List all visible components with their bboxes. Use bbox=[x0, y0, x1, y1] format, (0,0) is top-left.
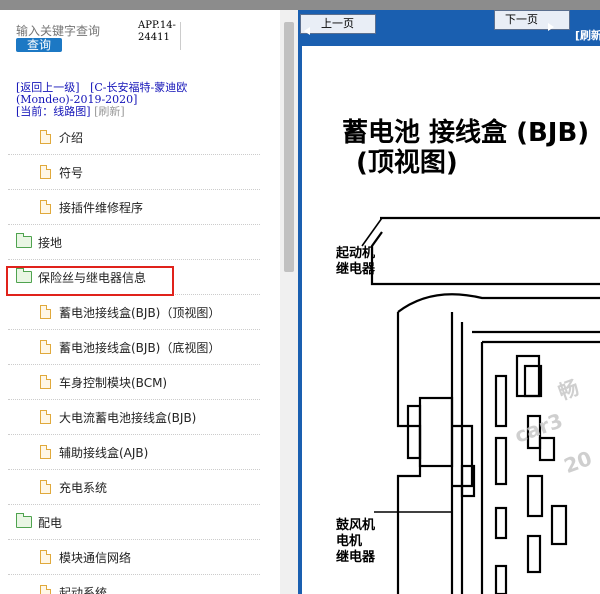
tree-item-label: 模块通信网络 bbox=[59, 550, 132, 565]
tree-item[interactable]: 符号 bbox=[8, 155, 260, 190]
tree-item[interactable]: 大电流蓄电池接线盒(BJB) bbox=[8, 400, 260, 435]
tree-item[interactable]: 充电系统 bbox=[8, 470, 260, 505]
prev-page-label: 上一页 bbox=[321, 17, 354, 30]
arrow-right-icon bbox=[548, 23, 554, 31]
tree-item[interactable]: 辅助接线盒(AJB) bbox=[8, 435, 260, 470]
file-icon bbox=[40, 410, 51, 424]
top-strip bbox=[0, 0, 600, 10]
refresh-link[interactable]: [刷新] bbox=[94, 105, 125, 118]
tree-item[interactable]: 模块通信网络 bbox=[8, 540, 260, 575]
tree-item[interactable]: 接插件维修程序 bbox=[8, 190, 260, 225]
viewer-pane: 蓄电池 接线盒 (BJB) (顶视图) 起动机 继电器 鼓风机 电机 继电器 畅… bbox=[298, 10, 600, 594]
selection-highlight-box bbox=[6, 266, 174, 296]
file-icon bbox=[40, 130, 51, 144]
file-icon bbox=[40, 375, 51, 389]
tree-item[interactable]: 介绍 bbox=[8, 120, 260, 155]
divider bbox=[180, 22, 181, 50]
tree-item-label: 配电 bbox=[38, 515, 63, 530]
tree-item[interactable]: 起动系统 bbox=[8, 575, 260, 594]
search-button[interactable]: 查询 bbox=[16, 38, 62, 52]
app-version: APP.14-24411 bbox=[138, 20, 176, 43]
file-icon bbox=[40, 200, 51, 214]
tree: 介绍 符号 接插件维修程序 接地 保险丝与继电器信息 蓄电池接线盒(BJB)（顶… bbox=[8, 120, 260, 594]
document-page: 蓄电池 接线盒 (BJB) (顶视图) 起动机 继电器 鼓风机 电机 继电器 畅… bbox=[302, 46, 600, 594]
tree-item-label: 蓄电池接线盒(BJB)（顶视图） bbox=[59, 305, 221, 320]
tree-item-label: 辅助接线盒(AJB) bbox=[59, 445, 149, 460]
breadcrumb: [返回上一级] [C-长安福特-蒙迪欧(Mondeo)-2019-2020] [… bbox=[16, 82, 256, 118]
file-icon bbox=[40, 445, 51, 459]
file-icon bbox=[40, 480, 51, 494]
tree-item-label: 起动系统 bbox=[59, 585, 108, 594]
tree-item[interactable]: 车身控制模块(BCM) bbox=[8, 365, 260, 400]
file-icon bbox=[40, 550, 51, 564]
next-page-button[interactable]: 下一页 bbox=[494, 10, 570, 30]
viewer-refresh-link[interactable]: [刷新] bbox=[575, 27, 600, 43]
prev-page-button[interactable]: 上一页 bbox=[300, 14, 376, 34]
tree-item[interactable]: 蓄电池接线盒(BJB)（顶视图） bbox=[8, 295, 260, 330]
tree-item-label: 大电流蓄电池接线盒(BJB) bbox=[59, 410, 197, 425]
file-icon bbox=[40, 585, 51, 594]
tree-item-label: 接插件维修程序 bbox=[59, 200, 144, 215]
folder-icon bbox=[16, 513, 32, 528]
tree-item-label: 蓄电池接线盒(BJB)（底视图） bbox=[59, 340, 221, 355]
tree-folder[interactable]: 接地 bbox=[8, 225, 260, 260]
folder-icon bbox=[16, 233, 32, 248]
file-icon bbox=[40, 165, 51, 179]
bjb-diagram bbox=[361, 216, 600, 594]
file-icon bbox=[40, 340, 51, 354]
tree-item-label: 充电系统 bbox=[59, 480, 108, 495]
tree-item-label: 符号 bbox=[59, 165, 84, 180]
arrow-left-icon bbox=[304, 27, 310, 35]
scrollbar-thumb[interactable] bbox=[284, 22, 294, 272]
tree-item-label: 车身控制模块(BCM) bbox=[59, 375, 168, 390]
next-page-label: 下一页 bbox=[505, 13, 538, 26]
tree-item[interactable]: 蓄电池接线盒(BJB)（底视图） bbox=[8, 330, 260, 365]
left-panel: 查询 APP.14-24411 [返回上一级] [C-长安福特-蒙迪欧(Mond… bbox=[0, 10, 280, 594]
tree-item-label: 接地 bbox=[38, 235, 63, 250]
tree-item-label: 介绍 bbox=[59, 130, 84, 145]
current-link[interactable]: [当前：线路图] bbox=[16, 105, 91, 118]
tree-folder[interactable]: 配电 bbox=[8, 505, 260, 540]
file-icon bbox=[40, 305, 51, 319]
